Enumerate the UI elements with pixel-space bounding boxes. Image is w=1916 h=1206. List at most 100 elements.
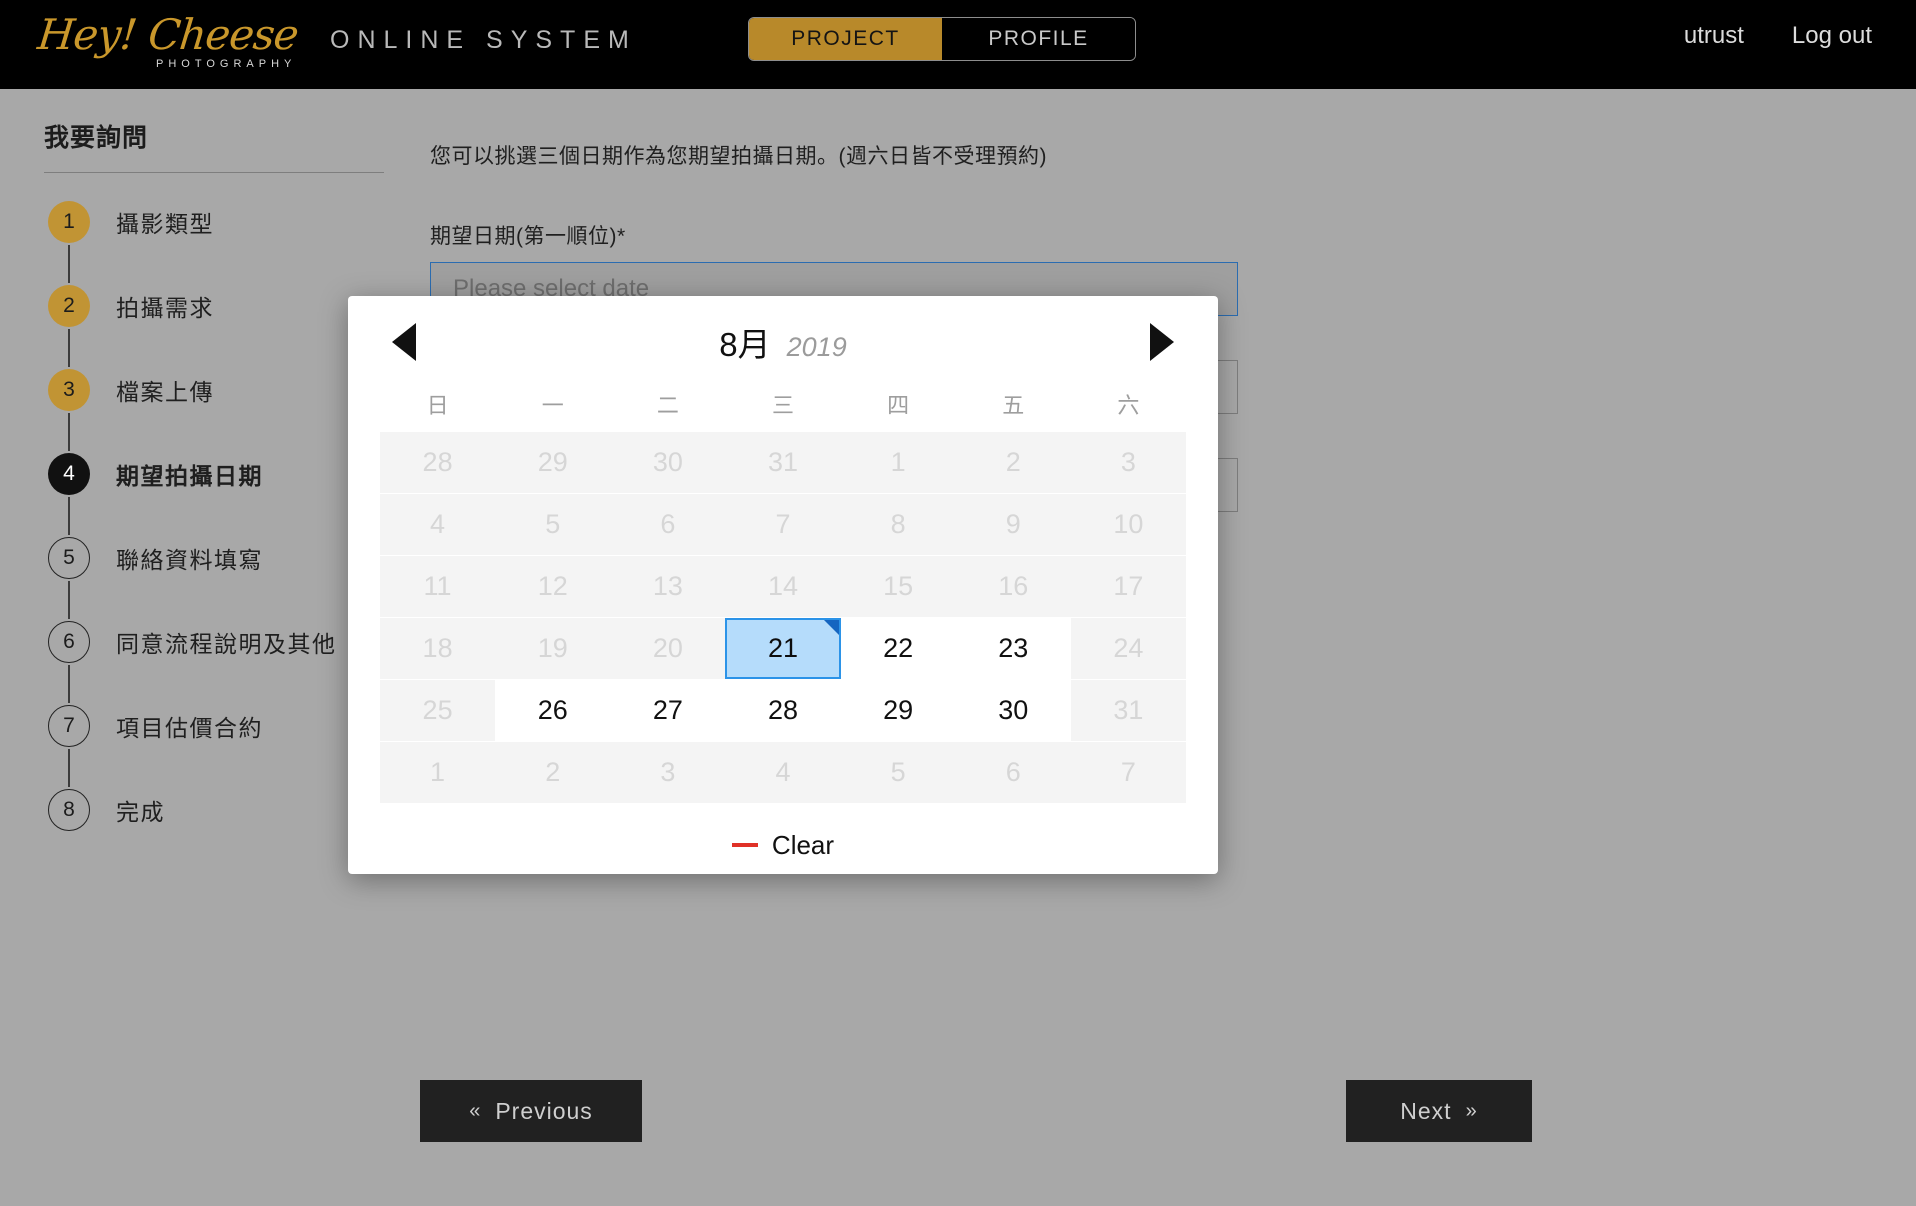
calendar-day-number: 24: [1113, 633, 1144, 663]
calendar-day-cell: 6: [610, 494, 726, 555]
calendar-day-cell: 5: [495, 494, 611, 555]
calendar-day-cell: 7: [725, 494, 841, 555]
calendar-day-cell: 15: [840, 556, 956, 617]
calendar-day-cell[interactable]: 28: [725, 680, 841, 741]
calendar-day-number: 23: [998, 633, 1029, 663]
brand-logo[interactable]: Hey! Cheese PHOTOGRAPHY: [35, 8, 300, 80]
sidebar-title: 我要詢問: [44, 124, 149, 152]
next-button[interactable]: Next »: [1346, 1080, 1532, 1142]
calendar-day-number: 10: [1113, 509, 1144, 539]
calendar-day-number: 30: [998, 695, 1029, 725]
calendar-day-number: 29: [883, 695, 914, 725]
triangle-left-icon[interactable]: [392, 323, 416, 361]
calendar-day-cell: 3: [610, 742, 726, 803]
calendar-day-cell: 4: [725, 742, 841, 803]
calendar-day-cell: 24: [1070, 618, 1186, 679]
calendar-day-cell[interactable]: 29: [840, 680, 956, 741]
calendar-day-cell: 30: [610, 432, 726, 493]
calendar-day-number: 1: [430, 757, 446, 787]
calendar-day-number: 28: [422, 447, 453, 477]
step-connector-line: [68, 329, 70, 367]
calendar-day-cell: 12: [495, 556, 611, 617]
previous-button[interactable]: « Previous: [420, 1080, 642, 1142]
calendar-day-number: 25: [422, 695, 453, 725]
triangle-right-icon[interactable]: [1150, 323, 1174, 361]
calendar-day-cell: 19: [495, 618, 611, 679]
calendar-day-cell: 11: [380, 556, 496, 617]
calendar-day-number: 30: [652, 447, 683, 477]
system-name-label: ONLINE SYSTEM: [330, 26, 637, 54]
calendar-day-number: 31: [767, 447, 799, 477]
weekday-header-row: 日一二三四五六: [348, 388, 1218, 420]
step-label: 攝影類型: [116, 211, 214, 237]
calendar-day-cell: 1: [840, 432, 956, 493]
calendar-day-number: 11: [423, 571, 452, 601]
calendar-day-cell: 6: [955, 742, 1071, 803]
username-link[interactable]: utrust: [1684, 22, 1744, 50]
calendar-day-cell[interactable]: 23: [955, 618, 1071, 679]
sidebar-step-8[interactable]: 8 完成: [44, 787, 394, 833]
step-connector-line: [68, 245, 70, 283]
step-label: 完成: [116, 799, 165, 825]
calendar-day-cell: 29: [495, 432, 611, 493]
calendar-day-number: 2: [1005, 447, 1021, 477]
instruction-text: 您可以挑選三個日期作為您期望拍攝日期。(週六日皆不受理預約): [430, 145, 1047, 168]
step-sidebar: 我要詢問 1 攝影類型 2 拍攝需求 3 檔案上傳 4 期望拍攝日期 5 聯絡資料填寫 6 同意流程說…: [44, 118, 394, 833]
weekday-label: 日: [426, 393, 449, 418]
calendar-day-number: 7: [775, 509, 791, 539]
calendar-day-number: 29: [537, 447, 568, 477]
step-label: 期望拍攝日期: [116, 463, 263, 489]
calendar-day-number: 3: [1120, 447, 1136, 477]
sidebar-step-6[interactable]: 6 同意流程說明及其他: [44, 619, 394, 665]
step-number-badge: 2: [48, 285, 90, 327]
calendar-day-cell: 31: [1070, 680, 1186, 741]
sidebar-step-7[interactable]: 7 項目估價合約: [44, 703, 394, 749]
calendar-day-cell: 9: [955, 494, 1071, 555]
calendar-day-cell: 2: [495, 742, 611, 803]
sidebar-step-2[interactable]: 2 拍攝需求: [44, 283, 394, 329]
chevron-left-icon: «: [469, 1099, 482, 1122]
calendar-day-cell: 2: [955, 432, 1071, 493]
calendar-day-cell[interactable]: 30: [955, 680, 1071, 741]
calendar-day-number: 31: [1113, 695, 1144, 725]
clear-button[interactable]: Clear: [772, 830, 834, 861]
calendar-day-cell[interactable]: 27: [610, 680, 726, 741]
previous-button-label: Previous: [495, 1097, 593, 1124]
weekday-label: 五: [1002, 393, 1025, 418]
calendar-day-number: 26: [537, 695, 568, 725]
calendar-day-number: 22: [883, 633, 914, 663]
calendar-day-cell: 5: [840, 742, 956, 803]
calendar-day-number: 1: [890, 447, 906, 477]
weekday-label: 三: [771, 393, 794, 418]
calendar-day-cell[interactable]: 26: [495, 680, 611, 741]
sidebar-step-5[interactable]: 5 聯絡資料填寫: [44, 535, 394, 581]
calendar-day-cell[interactable]: 22: [840, 618, 956, 679]
calendar-day-number: 15: [883, 571, 914, 601]
next-button-label: Next: [1400, 1097, 1452, 1124]
sidebar-step-4[interactable]: 4 期望拍攝日期: [44, 451, 394, 497]
calendar-day-number: 2: [545, 757, 561, 787]
account-links: utrust Log out: [1684, 22, 1872, 50]
calendar-day-number: 4: [430, 509, 446, 539]
calendar-day-number: 3: [660, 757, 676, 787]
sidebar-step-3[interactable]: 3 檔案上傳: [44, 367, 394, 413]
selected-day-marker-icon: [823, 620, 839, 635]
tab-project[interactable]: PROJECT: [749, 18, 942, 60]
sidebar-divider: [44, 172, 384, 173]
calendar-day-cell[interactable]: 21: [725, 618, 841, 679]
calendar-day-cell: 1: [380, 742, 496, 803]
tab-profile[interactable]: PROFILE: [942, 18, 1135, 60]
step-label: 檔案上傳: [116, 379, 214, 405]
calendar-day-cell: 3: [1070, 432, 1186, 493]
weekday-label: 二: [656, 393, 679, 418]
sidebar-step-1[interactable]: 1 攝影類型: [44, 199, 394, 245]
calendar-day-number: 12: [537, 571, 568, 601]
calendar-day-cell: 4: [380, 494, 496, 555]
calendar-day-number: 19: [537, 633, 568, 663]
calendar-day-cell: 18: [380, 618, 496, 679]
step-connector-line: [68, 497, 70, 535]
logout-link[interactable]: Log out: [1792, 22, 1872, 50]
step-number-badge: 7: [48, 705, 90, 747]
calendar-day-cell: 17: [1070, 556, 1186, 617]
calendar-day-number: 14: [767, 571, 799, 601]
